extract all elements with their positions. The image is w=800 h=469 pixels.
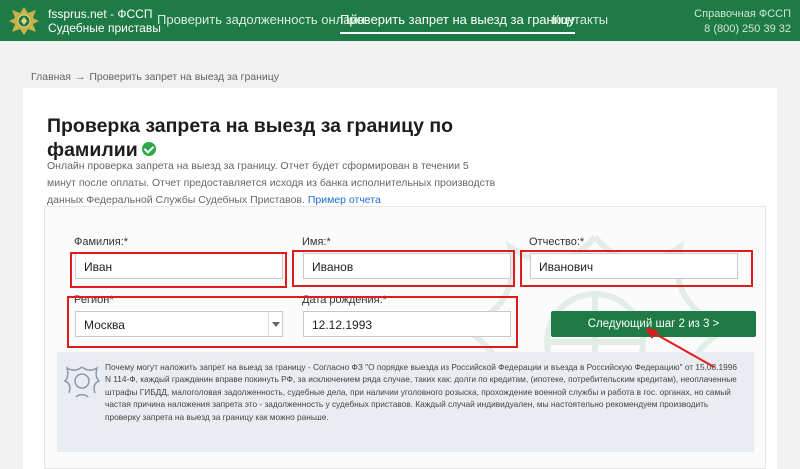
annotation-arrow-icon xyxy=(645,328,715,368)
